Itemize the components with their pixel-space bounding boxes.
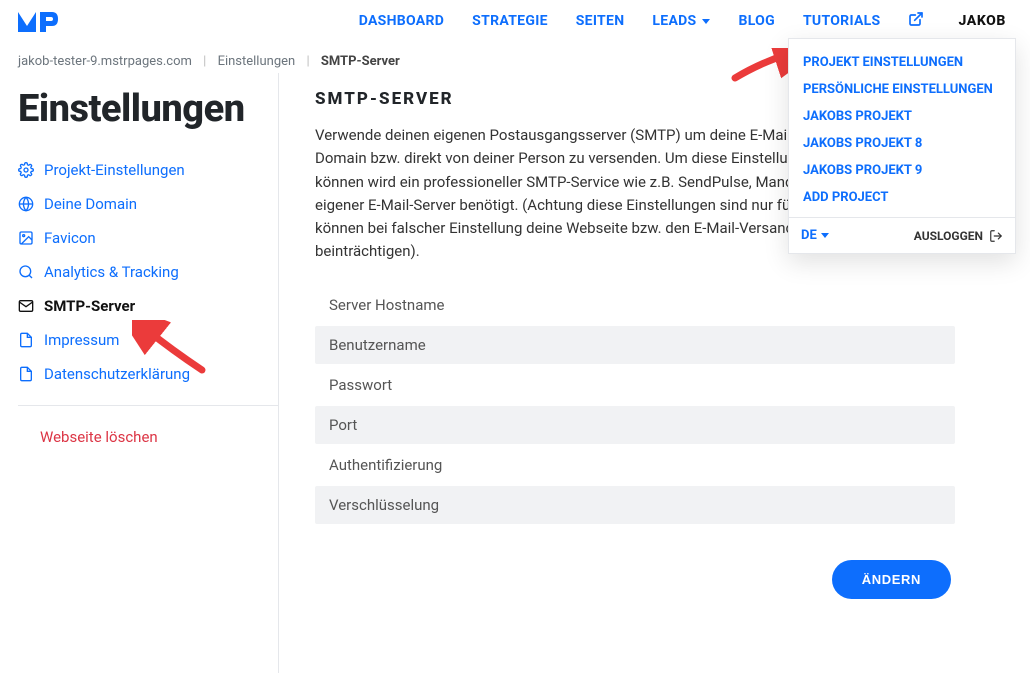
logout-icon (989, 229, 1003, 243)
sidebar-item-impressum[interactable]: Impressum (18, 323, 278, 357)
field-passwort[interactable]: Passwort (315, 366, 955, 404)
sidebar-item-label: Analytics & Tracking (44, 263, 179, 281)
sidebar-item-domain[interactable]: Deine Domain (18, 187, 278, 221)
nav-leads[interactable]: LEADS (652, 13, 710, 29)
smtp-form: Server Hostname Benutzername Passwort Po… (315, 286, 955, 524)
sidebar-delete-website[interactable]: Webseite löschen (18, 420, 158, 446)
nav-user[interactable]: JAKOB (952, 13, 1006, 29)
field-port[interactable]: Port (315, 406, 955, 444)
topbar: DASHBOARD STRATEGIE SEITEN LEADS BLOG TU… (0, 0, 1030, 42)
breadcrumb-active: SMTP-Server (321, 54, 400, 69)
image-icon (18, 230, 34, 246)
dropdown-add-project[interactable]: ADD PROJECT (789, 184, 1015, 211)
save-button[interactable]: ÄNDERN (832, 560, 951, 599)
chevron-down-icon (821, 233, 829, 238)
sidebar-item-analytics[interactable]: Analytics & Tracking (18, 255, 278, 289)
sidebar-divider (18, 405, 278, 406)
mail-icon (18, 298, 34, 314)
search-icon (18, 264, 34, 280)
logo-icon (18, 10, 64, 32)
sidebar-item-smtp[interactable]: SMTP-Server (18, 289, 278, 323)
sidebar-item-label: Projekt-Einstellungen (44, 161, 185, 179)
sidebar-item-label: Deine Domain (44, 195, 137, 213)
sidebar-item-favicon[interactable]: Favicon (18, 221, 278, 255)
breadcrumb-section[interactable]: Einstellungen (218, 54, 296, 69)
main-nav: DASHBOARD STRATEGIE SEITEN LEADS BLOG TU… (359, 11, 1006, 31)
breadcrumb-domain[interactable]: jakob-tester-9.mstrpages.com (18, 54, 192, 69)
field-authentifizierung[interactable]: Authentifizierung (315, 446, 955, 484)
dropdown-jakobs-projekt-8[interactable]: JAKOBS PROJEKT 8 (789, 130, 1015, 157)
field-benutzername[interactable]: Benutzername (315, 326, 955, 364)
dropdown-jakobs-projekt-9[interactable]: JAKOBS PROJEKT 9 (789, 157, 1015, 184)
gear-icon (18, 162, 34, 178)
field-server-hostname[interactable]: Server Hostname (315, 286, 955, 324)
brand[interactable] (18, 10, 64, 32)
dropdown-projekt-einstellungen[interactable]: PROJEKT EINSTELLUNGEN (789, 49, 1015, 76)
sidebar-item-label: Datenschutzerklärung (44, 365, 190, 383)
field-verschluesselung[interactable]: Verschlüsselung (315, 486, 955, 524)
sidebar-item-label: Favicon (44, 229, 96, 247)
nav-dashboard[interactable]: DASHBOARD (359, 13, 444, 29)
dropdown-divider (789, 217, 1015, 218)
globe-icon (18, 196, 34, 212)
sidebar-item-projekt-einstellungen[interactable]: Projekt-Einstellungen (18, 153, 278, 187)
nav-tutorials[interactable]: TUTORIALS (803, 13, 881, 29)
nav-strategie[interactable]: STRATEGIE (472, 13, 548, 29)
nav-seiten[interactable]: SEITEN (576, 13, 625, 29)
page-title: Einstellungen (18, 87, 278, 131)
dropdown-language[interactable]: DE (801, 228, 829, 243)
dropdown-jakobs-projekt[interactable]: JAKOBS PROJEKT (789, 103, 1015, 130)
dropdown-logout[interactable]: AUSLOGGEN (914, 229, 1003, 243)
sidebar-item-datenschutz[interactable]: Datenschutzerklärung (18, 357, 278, 391)
sidebar-item-label: Impressum (44, 331, 119, 349)
dropdown-persoenliche-einstellungen[interactable]: PERSÖNLICHE EINSTELLUNGEN (789, 76, 1015, 103)
doc-icon (18, 332, 34, 348)
sidebar-item-label: SMTP-Server (44, 297, 135, 315)
doc-icon (18, 366, 34, 382)
nav-blog[interactable]: BLOG (738, 13, 774, 29)
user-dropdown: PROJEKT EINSTELLUNGEN PERSÖNLICHE EINSTE… (788, 38, 1016, 254)
external-link-icon[interactable] (908, 11, 924, 31)
sidebar: Einstellungen Projekt-Einstellungen Dein… (18, 73, 278, 673)
